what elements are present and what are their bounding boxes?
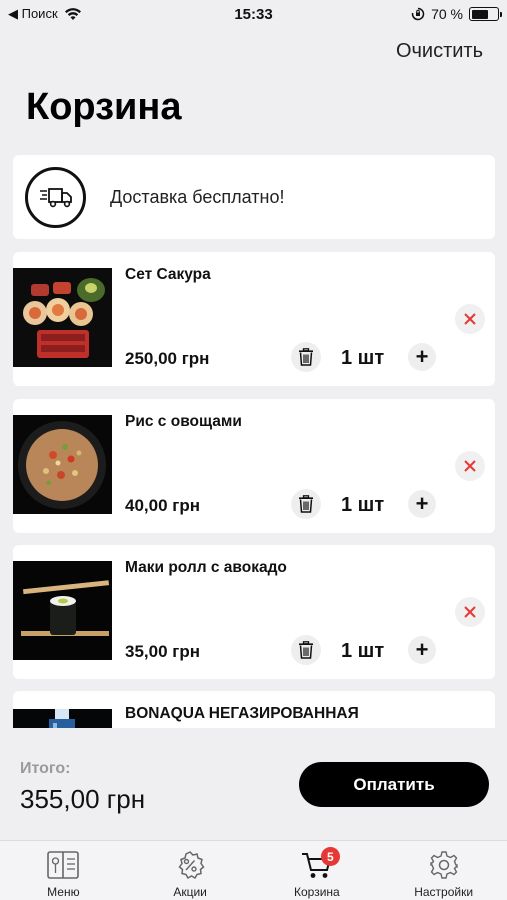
delivery-truck-icon [25, 167, 86, 228]
remove-item-button[interactable] [455, 597, 485, 627]
increase-quantity-button[interactable]: + [408, 636, 436, 664]
tab-cart[interactable]: 5 Корзина [254, 841, 381, 900]
plus-icon: + [415, 491, 429, 516]
item-quantity: 1 шт [341, 347, 385, 369]
tab-promotions[interactable]: Акции [127, 841, 254, 900]
clear-cart-button[interactable]: Очистить [396, 40, 483, 63]
status-bar-right: 70 % [411, 6, 502, 22]
tab-label: Меню [47, 885, 80, 899]
tab-label: Настройки [414, 885, 474, 899]
product-image [13, 268, 112, 367]
rotation-lock-icon [411, 7, 425, 21]
trash-icon [299, 348, 313, 366]
discount-badge-icon [173, 849, 207, 881]
item-price: 250,00 грн [125, 349, 210, 368]
cart-item: Сет Сакура 250,00 грн 1 шт + [13, 252, 495, 386]
tab-label: Акции [173, 885, 207, 899]
plus-icon: + [415, 344, 429, 369]
product-image [13, 415, 112, 514]
cart-count-badge: 5 [320, 847, 340, 866]
item-quantity: 1 шт [341, 494, 385, 516]
increase-quantity-button[interactable]: + [408, 490, 436, 518]
item-name: Маки ролл с авокадо [125, 559, 287, 576]
close-icon [464, 313, 476, 325]
product-image [13, 561, 112, 660]
close-icon [464, 460, 476, 472]
tab-menu[interactable]: Меню [0, 841, 127, 900]
delivery-text: Доставка бесплатно! [110, 187, 285, 207]
remove-item-button[interactable] [455, 304, 485, 334]
tab-label: Корзина [294, 885, 340, 899]
decrease-quantity-button[interactable] [291, 342, 321, 372]
battery-percent: 70 % [431, 6, 463, 22]
total-panel: Итого: 355,00 грн Оплатить [0, 728, 507, 840]
item-name: BONAQUA НЕГАЗИРОВАННАЯ [125, 705, 359, 722]
tab-settings[interactable]: Настройки [380, 841, 507, 900]
gear-icon [427, 849, 461, 881]
battery-fill [471, 9, 489, 19]
battery-tip [499, 11, 502, 17]
cart-icon: 5 [300, 847, 340, 881]
increase-quantity-button[interactable]: + [408, 343, 436, 371]
total-value: 355,00 грн [20, 784, 146, 814]
tab-bar: Меню Акции 5 Корзина Настройки [0, 840, 507, 900]
item-name: Рис с овощами [125, 413, 242, 430]
close-icon [464, 606, 476, 618]
item-price: 40,00 грн [125, 496, 200, 515]
delivery-info-card: Доставка бесплатно! [13, 155, 495, 239]
total-label: Итого: [20, 760, 71, 777]
battery-icon [469, 7, 502, 21]
pay-button[interactable]: Оплатить [299, 762, 489, 807]
cart-item: Рис с овощами 40,00 грн 1 шт + [13, 399, 495, 533]
cart-item: Маки ролл с авокадо 35,00 грн 1 шт + [13, 545, 495, 679]
item-name: Сет Сакура [125, 266, 211, 283]
decrease-quantity-button[interactable] [291, 635, 321, 665]
remove-item-button[interactable] [455, 451, 485, 481]
decrease-quantity-button[interactable] [291, 489, 321, 519]
trash-icon [299, 495, 313, 513]
plus-icon: + [415, 637, 429, 662]
status-bar: ◀ Поиск 15:33 70 % [0, 0, 507, 30]
menu-book-icon [46, 849, 80, 881]
trash-icon [299, 641, 313, 659]
page-title: Корзина [26, 86, 182, 128]
item-price: 35,00 грн [125, 642, 200, 661]
item-quantity: 1 шт [341, 640, 385, 662]
